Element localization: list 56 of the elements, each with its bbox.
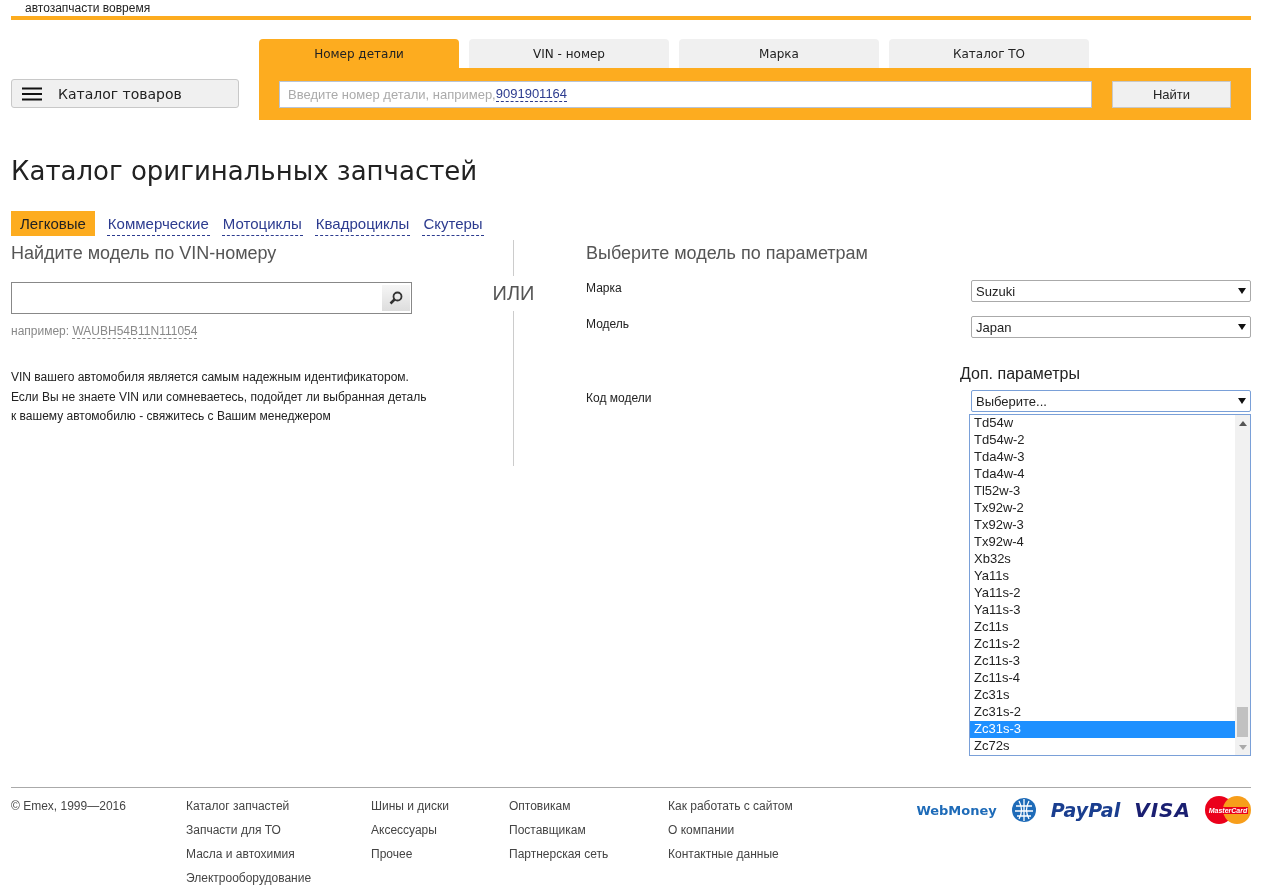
footer-link[interactable]: Шины и диски [371,799,509,813]
scroll-up-icon [1239,421,1247,426]
page-title: Каталог оригинальных запчастей [11,156,479,186]
footer-link[interactable]: Каталог запчастей [186,799,371,813]
field-label: Модель [586,316,630,331]
select-field[interactable]: Japan [971,316,1251,338]
search-icon [389,291,403,305]
vin-heading: Найдите модель по VIN-номеру [11,243,278,264]
search-tab[interactable]: Каталог ТО [889,39,1089,68]
payment-logo: VISA [1134,798,1191,822]
search-tab[interactable]: Марка [679,39,879,68]
vin-description: VIN вашего автомобиля является самым надежным идентификатором. Если Вы не знаете VIN или сомневаетесь, подойдет ли выбранная деталь к вашему автомобилю - свяжитесь с Вашим менеджером [11,369,428,425]
footer-link[interactable]: Оптовикам [509,799,668,813]
search-tab[interactable]: Номер детали [259,39,459,68]
search-button[interactable] [382,285,410,311]
caret-icon [1238,398,1246,404]
caret-icon [1238,324,1246,330]
category-tab[interactable]: Коммерческие [106,211,210,236]
scroll-down-icon [1239,745,1247,750]
globe-icon [1010,797,1037,823]
tagline: автозапчасти вовремя [25,0,152,15]
footer-link[interactable]: О компании [668,823,868,837]
field-label: Код модели [586,390,652,405]
footer-link[interactable]: Электрооборудование [186,871,371,885]
footer-link[interactable]: Партнерская сеть [509,847,668,861]
copyright: © Emex, 1999—2016 [11,799,127,815]
search-tab[interactable]: VIN - номер [469,39,669,68]
or-label: ИЛИ [492,282,535,305]
footer-link[interactable]: Масла и автохимия [186,847,371,861]
part-number-field[interactable]: Введите номер детали, например,9091901164 [279,80,1092,108]
params-heading: Выберите модель по параметрам [586,243,869,264]
footer-link[interactable]: Поставщикам [509,823,668,837]
select-field[interactable]: Suzuki [971,280,1251,302]
example-label: например: [11,324,71,338]
category-tab[interactable]: Квадроциклы [314,211,411,236]
extra-heading: Доп. параметры [960,365,1081,383]
vin-example-link[interactable]: WAUBH54B11N111054 [72,324,198,339]
menu-icon [22,86,42,101]
footer-link[interactable]: Прочее [371,847,509,861]
footer-link[interactable]: Как работать с сайтом [668,799,868,813]
footer-link[interactable]: Контактные данные [668,847,868,861]
vin-field[interactable] [11,282,412,314]
payment-logo: WebMoney [916,802,997,818]
caret-icon [1238,288,1246,294]
find-button[interactable]: Найти [1112,80,1231,108]
catalog-button[interactable]: Каталог товаров [11,79,239,108]
scrollbar[interactable] [1235,415,1250,755]
category-tab[interactable]: Мотоциклы [221,211,303,236]
select-field[interactable]: Выберите... [971,390,1251,412]
payment-logo: PayPal [1050,799,1121,821]
category-tab[interactable]: Легковые [11,211,95,236]
footer-link[interactable]: Аксессуары [371,823,509,837]
category-tab[interactable]: Скутеры [422,211,484,236]
scroll-thumb[interactable] [1237,707,1248,737]
field-label: Марка [586,280,622,295]
footer-link[interactable]: Запчасти для ТО [186,823,371,837]
